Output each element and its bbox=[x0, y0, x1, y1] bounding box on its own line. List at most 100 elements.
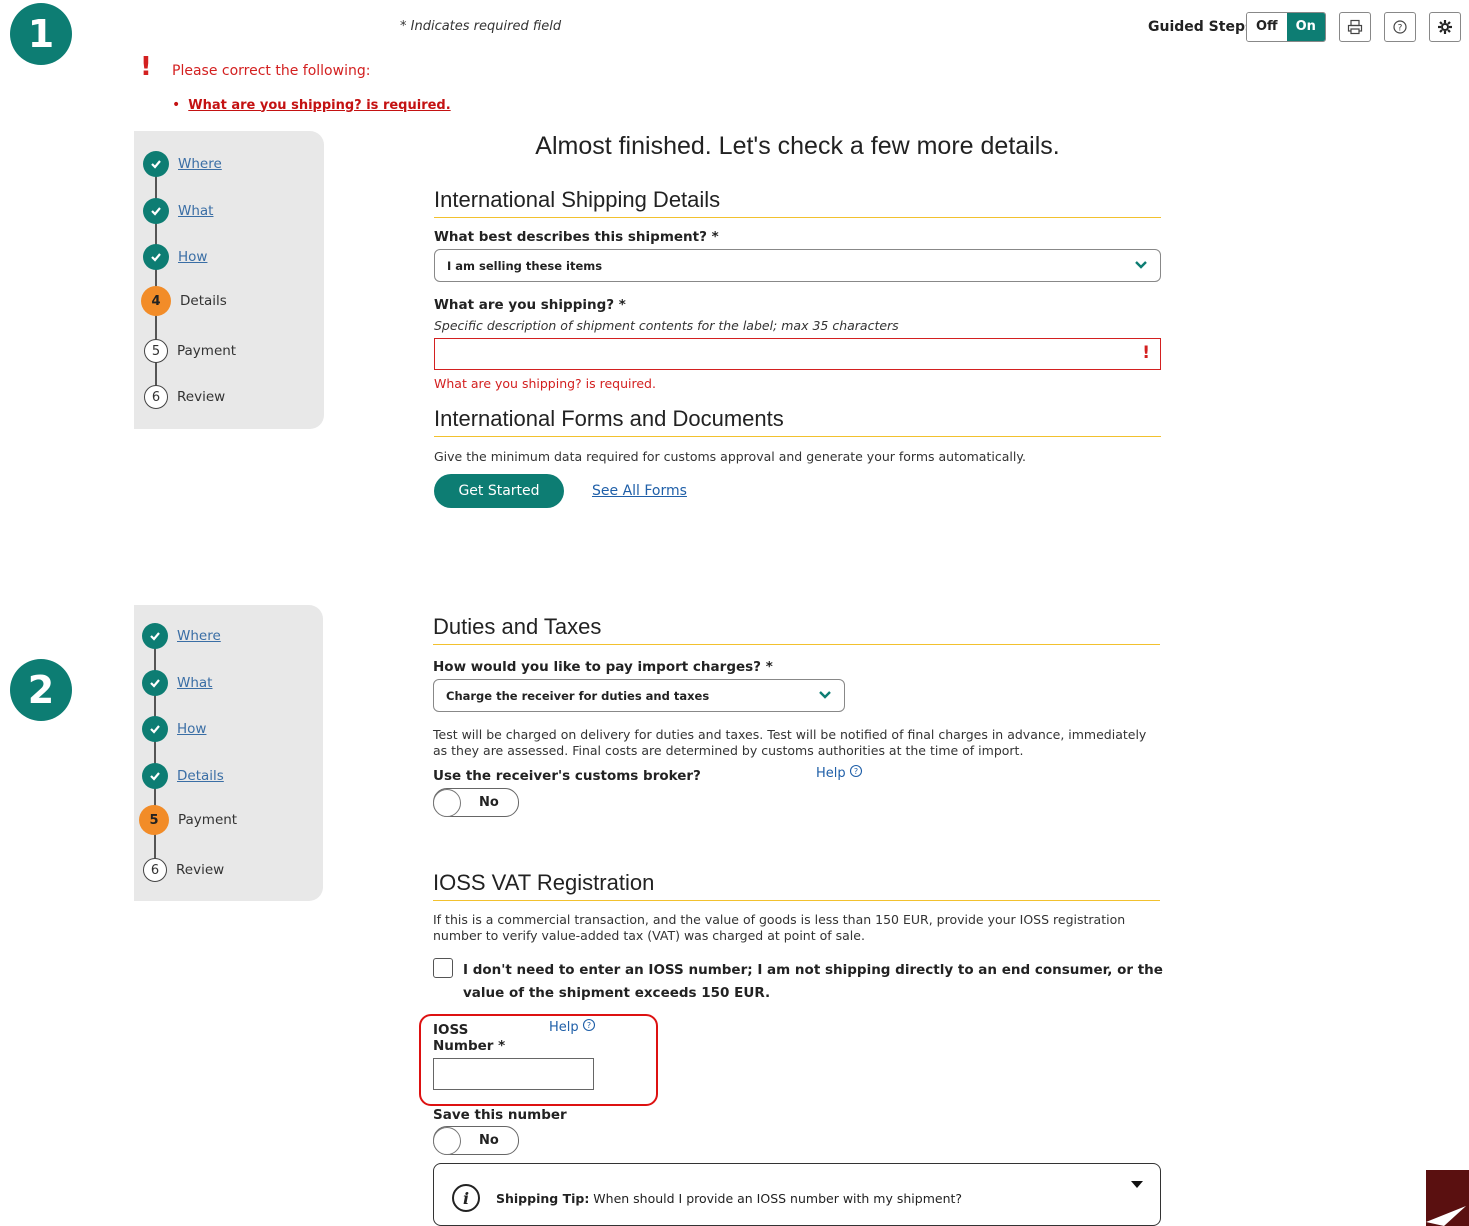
guided-steps-toggle[interactable]: Off On bbox=[1246, 12, 1326, 42]
ioss-desc: If this is a commercial transaction, and… bbox=[433, 912, 1126, 943]
ioss-number-label: IOSS Number * bbox=[433, 1022, 505, 1054]
check-icon bbox=[142, 623, 168, 649]
help-link: Help bbox=[549, 1020, 579, 1035]
import-charges-select[interactable]: Charge the receiver for duties and taxes bbox=[433, 679, 845, 712]
sidebar-item-how[interactable]: How bbox=[143, 244, 207, 270]
check-icon bbox=[142, 716, 168, 742]
guided-steps-on[interactable]: On bbox=[1286, 13, 1325, 41]
sidebar-item-label: Payment bbox=[178, 812, 238, 828]
select-value: Charge the receiver for duties and taxes bbox=[446, 688, 710, 703]
step-number: 5 bbox=[144, 339, 168, 363]
ioss-number-input[interactable] bbox=[433, 1058, 594, 1090]
chevron-down-icon bbox=[818, 688, 832, 704]
duties-taxes-title: Duties and Taxes bbox=[433, 614, 1160, 645]
ioss-number-label-line1: IOSS bbox=[433, 1022, 469, 1038]
see-all-forms-link[interactable]: See All Forms bbox=[592, 483, 687, 499]
sidebar-item-label: Where bbox=[178, 156, 222, 172]
sidebar-item-what[interactable]: What bbox=[143, 198, 213, 224]
check-icon bbox=[143, 244, 169, 270]
customs-broker-help[interactable]: Help ? bbox=[816, 764, 863, 781]
sidebar-item-payment: 5 Payment bbox=[144, 339, 236, 363]
sidebar-item-how[interactable]: How bbox=[142, 716, 206, 742]
sidebar-item-label: Where bbox=[177, 628, 221, 644]
customs-broker-toggle[interactable]: No bbox=[433, 788, 519, 817]
toggle-knob bbox=[433, 788, 461, 817]
sidebar-item-label: How bbox=[178, 249, 208, 265]
customs-broker-label: Use the receiver's customs broker? bbox=[433, 768, 701, 784]
select-value: I am selling these items bbox=[447, 258, 603, 273]
help-button[interactable]: ? bbox=[1384, 12, 1416, 42]
sidebar-item-payment: 5 Payment bbox=[139, 805, 237, 835]
error-summary-title: Please correct the following: bbox=[172, 63, 371, 79]
describe-shipment-label: What best describes this shipment? * bbox=[434, 229, 719, 245]
print-icon bbox=[1347, 19, 1363, 35]
what-shipping-hint: Specific description of shipment content… bbox=[434, 318, 899, 333]
guided-steps-label: Guided Steps bbox=[1148, 19, 1254, 35]
sidebar-item-where[interactable]: Where bbox=[142, 623, 221, 649]
step-marker-1: 1 bbox=[10, 3, 72, 65]
print-button[interactable] bbox=[1339, 12, 1371, 42]
sidebar-item-label: What bbox=[178, 203, 214, 219]
sidebar-item-label: What bbox=[177, 675, 213, 691]
toggle-knob bbox=[433, 1126, 461, 1155]
step-number: 6 bbox=[144, 385, 168, 409]
check-icon bbox=[143, 198, 169, 224]
info-icon: i bbox=[452, 1184, 480, 1212]
intl-shipping-title: International Shipping Details bbox=[434, 187, 1161, 218]
step-number: 6 bbox=[143, 858, 167, 882]
intl-forms-desc: Give the minimum data required for custo… bbox=[434, 449, 1026, 464]
toggle-state: No bbox=[479, 795, 499, 810]
error-link-what-shipping[interactable]: What are you shipping? is required. bbox=[188, 98, 450, 113]
step-number: 5 bbox=[139, 805, 169, 835]
sidebar-item-what[interactable]: What bbox=[142, 670, 212, 696]
svg-text:?: ? bbox=[587, 1021, 591, 1030]
shipping-tip-panel[interactable]: i Shipping Tip: When should I provide an… bbox=[433, 1163, 1161, 1226]
chevron-down-icon bbox=[1134, 258, 1148, 274]
page-headline: Almost finished. Let's check a few more … bbox=[535, 132, 1060, 160]
svg-text:?: ? bbox=[1398, 24, 1403, 34]
shipping-tip-text: Shipping Tip: When should I provide an I… bbox=[496, 1191, 962, 1206]
what-shipping-error: What are you shipping? is required. bbox=[434, 376, 656, 391]
intl-forms-title: International Forms and Documents bbox=[434, 406, 1161, 437]
shipping-tip-question: When should I provide an IOSS number wit… bbox=[589, 1191, 963, 1206]
settings-button[interactable] bbox=[1429, 12, 1461, 42]
what-shipping-label: What are you shipping? * bbox=[434, 297, 626, 313]
guided-steps-off[interactable]: Off bbox=[1247, 13, 1287, 41]
get-started-button[interactable]: Get Started bbox=[434, 474, 564, 508]
progress-sidebar-2: Where What How Details 5 Payment 6 Revie… bbox=[134, 605, 323, 901]
sidebar-item-details[interactable]: Details bbox=[142, 763, 224, 789]
help-circle-icon: ? bbox=[849, 764, 862, 777]
sidebar-item-label: Details bbox=[180, 293, 227, 309]
sidebar-item-review: 6 Review bbox=[143, 858, 224, 882]
what-shipping-input[interactable]: ! bbox=[434, 338, 1161, 370]
no-ioss-checkbox-label: I don't need to enter an IOSS number; I … bbox=[463, 962, 1163, 1001]
no-ioss-checkbox[interactable] bbox=[433, 958, 453, 978]
save-number-toggle[interactable]: No bbox=[433, 1126, 519, 1155]
gear-icon bbox=[1438, 20, 1452, 34]
ioss-help[interactable]: Help ? bbox=[549, 1018, 596, 1035]
step-marker-2: 2 bbox=[10, 659, 72, 721]
ioss-title: IOSS VAT Registration bbox=[433, 870, 1160, 901]
error-summary-item: • What are you shipping? is required. bbox=[172, 97, 451, 113]
sidebar-item-where[interactable]: Where bbox=[143, 151, 222, 177]
check-icon bbox=[142, 763, 168, 789]
help-circle-icon: ? bbox=[1393, 20, 1407, 34]
corner-logo bbox=[1426, 1170, 1469, 1226]
svg-text:?: ? bbox=[854, 767, 858, 776]
check-icon bbox=[142, 670, 168, 696]
required-field-note: * Indicates required field bbox=[400, 19, 562, 34]
sidebar-item-label: Review bbox=[177, 389, 226, 405]
shipping-tip-label: Shipping Tip: bbox=[496, 1191, 590, 1206]
help-link: Help bbox=[816, 766, 846, 781]
error-alert-icon: ! bbox=[1142, 343, 1150, 363]
save-number-label: Save this number bbox=[433, 1107, 567, 1123]
sidebar-item-label: How bbox=[177, 721, 207, 737]
sidebar-item-label: Payment bbox=[177, 343, 237, 359]
step-number: 4 bbox=[141, 286, 171, 316]
describe-shipment-select[interactable]: I am selling these items bbox=[434, 249, 1161, 282]
ioss-number-label-line2: Number * bbox=[433, 1038, 506, 1054]
sidebar-item-review: 6 Review bbox=[144, 385, 225, 409]
sidebar-item-label: Review bbox=[176, 862, 225, 878]
duties-desc: Test will be charged on delivery for dut… bbox=[433, 727, 1147, 758]
help-circle-icon: ? bbox=[582, 1018, 595, 1031]
